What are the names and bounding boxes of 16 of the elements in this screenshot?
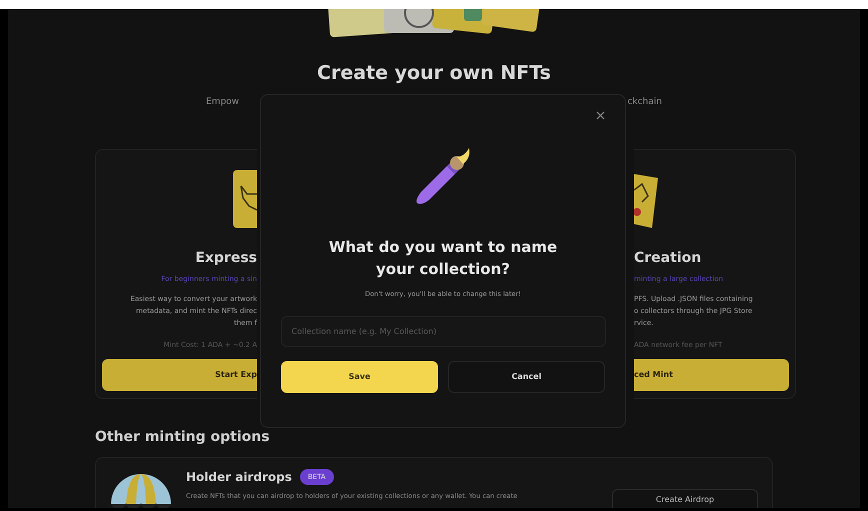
page-subtitle: Empow — [206, 96, 240, 108]
collection-name-field[interactable]: Collection name (e.g. My Collection) — [280, 316, 606, 347]
save-button[interactable]: Save — [281, 360, 438, 393]
section-heading: Other minting options — [95, 428, 271, 447]
card-title: Express — [195, 249, 257, 268]
close-icon — [596, 111, 605, 120]
close-button[interactable] — [594, 109, 607, 122]
option-title: Holder airdrops — [186, 469, 292, 486]
page-title: Create your own NFTs — [316, 61, 552, 86]
cancel-button[interactable]: Cancel — [448, 360, 605, 393]
create-airdrop-button[interactable]: Create Airdrop — [612, 489, 758, 508]
mint-button[interactable]: ced Mint — [634, 359, 789, 391]
card-title: Creation — [634, 249, 702, 268]
mint-button[interactable]: Start Exp — [102, 359, 257, 391]
dialog-title: What do you want to name your collection? — [328, 237, 558, 280]
page-subtitle: ckchain — [627, 96, 662, 108]
